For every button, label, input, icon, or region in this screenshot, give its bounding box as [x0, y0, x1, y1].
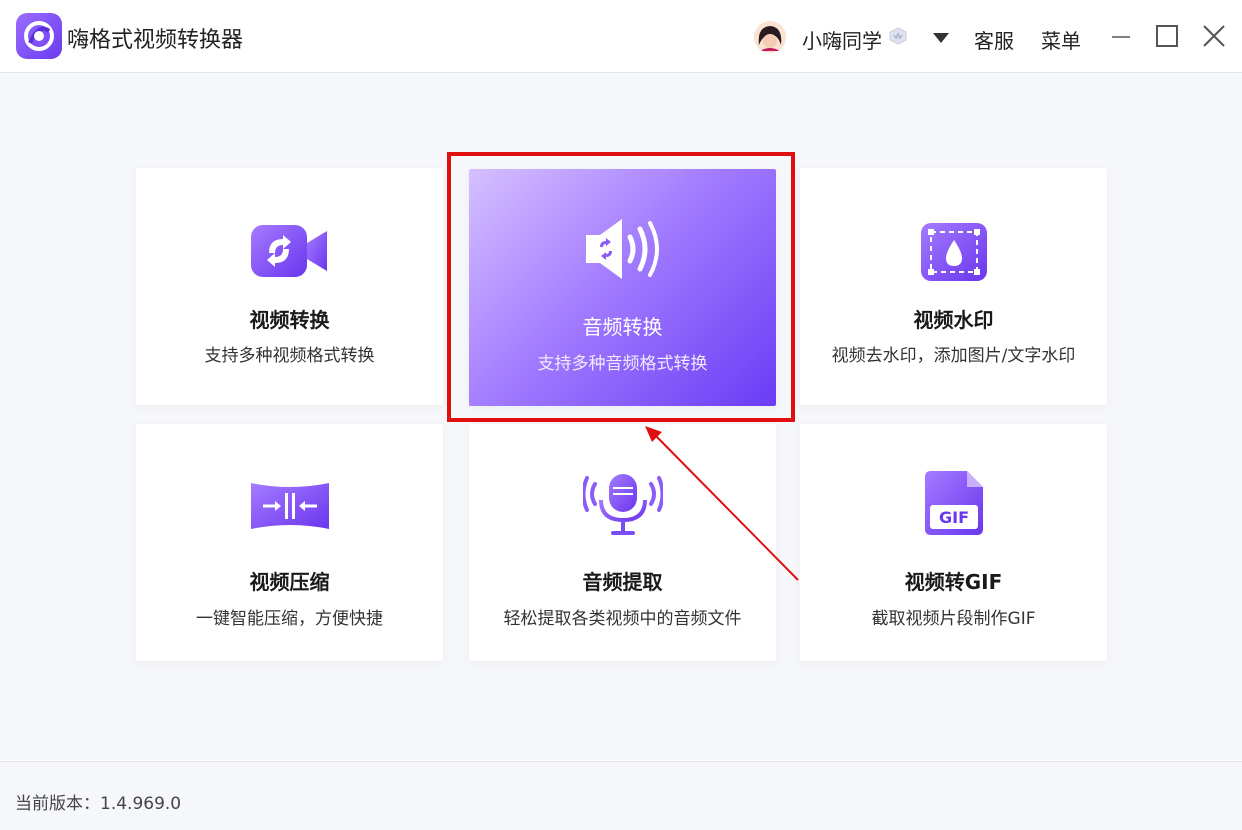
main-area: 视频转换 支持多种视频格式转换 音频转换 支持多种音频格式转换 视频水印 视频去…: [0, 73, 1242, 760]
svg-text:GIF: GIF: [938, 508, 968, 527]
card-title: 视频水印: [913, 308, 994, 332]
minimize-button[interactable]: [1108, 22, 1136, 50]
minimize-icon: [1112, 36, 1130, 38]
card-description: 一键智能压缩，方便快捷: [196, 609, 383, 629]
version-label: 当前版本：1.4.969.0: [15, 794, 182, 814]
menu-button[interactable]: 菜单: [1041, 25, 1081, 54]
gif-file-icon: GIF: [924, 471, 983, 535]
close-button[interactable]: [1200, 22, 1228, 50]
audio-convert-icon: [585, 219, 659, 279]
compress-icon: [250, 483, 329, 529]
app-title: 嗨格式视频转换器: [67, 28, 244, 53]
vip-badge-icon: [889, 27, 907, 45]
card-title: 视频压缩: [249, 570, 330, 594]
watermark-icon: [920, 223, 987, 281]
card-video-to-gif[interactable]: GIF 视频转GIF 截取视频片段制作GIF: [800, 424, 1107, 661]
card-description: 截取视频片段制作GIF: [871, 609, 1036, 629]
card-description: 支持多种音频格式转换: [537, 354, 708, 374]
support-button[interactable]: 客服: [974, 25, 1014, 54]
video-convert-icon: [250, 225, 327, 277]
user-name[interactable]: 小嗨同学: [802, 25, 882, 54]
card-description: 轻松提取各类视频中的音频文件: [503, 609, 742, 629]
card-audio-convert[interactable]: 音频转换 支持多种音频格式转换: [469, 169, 776, 406]
card-video-watermark[interactable]: 视频水印 视频去水印，添加图片/文字水印: [800, 168, 1107, 405]
card-title: 视频转GIF: [904, 570, 1003, 594]
chevron-down-icon[interactable]: [932, 32, 950, 44]
title-bar: 嗨格式视频转换器 小嗨同学 客服 菜单: [0, 0, 1242, 73]
card-title: 视频转换: [249, 308, 330, 332]
card-video-compress[interactable]: 视频压缩 一键智能压缩，方便快捷: [136, 424, 443, 661]
card-description: 视频去水印，添加图片/文字水印: [831, 346, 1076, 366]
card-title: 音频转换: [582, 315, 663, 339]
avatar[interactable]: [754, 21, 786, 53]
microphone-icon: [582, 474, 663, 535]
card-audio-extract[interactable]: 音频提取 轻松提取各类视频中的音频文件: [469, 424, 776, 661]
card-video-convert[interactable]: 视频转换 支持多种视频格式转换: [136, 168, 443, 405]
maximize-icon: [1156, 25, 1178, 47]
app-logo-icon: [16, 13, 62, 59]
card-description: 支持多种视频格式转换: [204, 346, 375, 366]
card-title: 音频提取: [582, 570, 663, 594]
maximize-button[interactable]: [1153, 22, 1181, 50]
close-icon: [1203, 25, 1225, 47]
footer: 当前版本：1.4.969.0: [0, 761, 1242, 830]
